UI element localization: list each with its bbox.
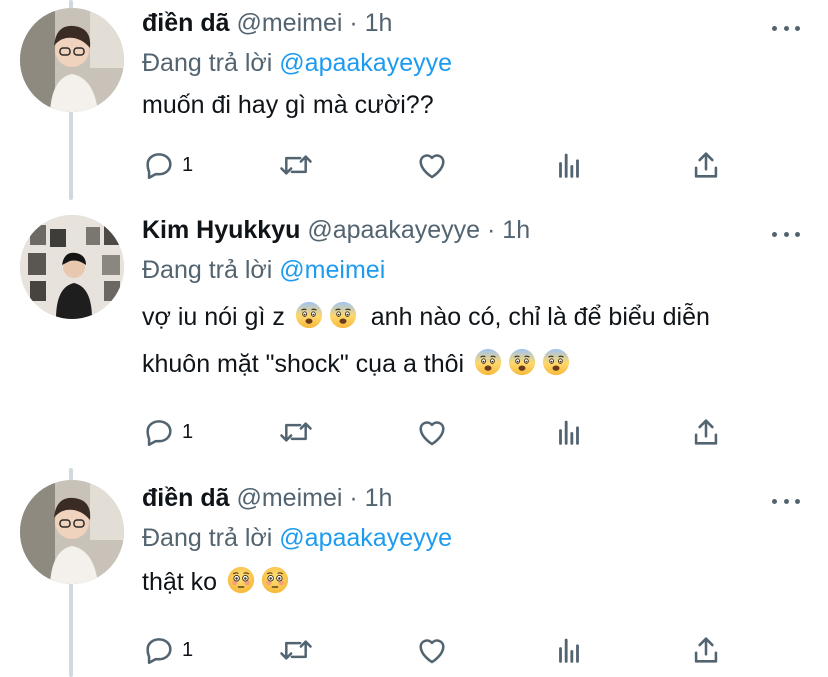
reply-icon (146, 638, 172, 665)
timestamp[interactable]: 1h (365, 9, 393, 37)
avatar[interactable] (20, 215, 124, 319)
reply-count: 1 (182, 638, 194, 661)
mention-link[interactable]: @apaakayeyye (279, 524, 452, 552)
tweet-text: muốn đi hay gì mà cười?? (142, 82, 808, 129)
retweet-icon (280, 155, 312, 175)
tweet[interactable]: Kim Hyukkyu @apaakayeyye · 1h Đang trả l… (0, 200, 828, 468)
flushed-face-emoji (227, 566, 255, 594)
retweet-icon (280, 422, 312, 442)
display-name[interactable]: điền dã (142, 9, 230, 37)
action-bar: 1 (142, 145, 742, 185)
more-icon[interactable] (772, 229, 800, 239)
analytics-icon (559, 153, 579, 178)
retweet-button[interactable] (278, 412, 314, 452)
replying-prefix: Đang trả lời (142, 256, 273, 284)
flushed-face-emoji (261, 566, 289, 594)
more-icon[interactable] (772, 496, 800, 506)
display-name[interactable]: điền dã (142, 484, 230, 512)
reply-icon (146, 420, 172, 447)
mention-link[interactable]: @meimei (279, 256, 385, 284)
analytics-icon (559, 638, 579, 663)
fearful-face-emoji (295, 301, 323, 329)
replying-prefix: Đang trả lời (142, 524, 273, 552)
fearful-face-emoji (508, 348, 536, 376)
action-bar: 1 (142, 630, 742, 670)
reply-button[interactable]: 1 (142, 412, 193, 452)
avatar[interactable] (20, 8, 124, 112)
replying-prefix: Đang trả lời (142, 49, 273, 77)
share-button[interactable] (689, 630, 723, 670)
fearful-face-emoji (329, 301, 357, 329)
reply-count: 1 (182, 153, 194, 176)
share-icon (694, 637, 718, 663)
like-icon (419, 154, 445, 179)
reply-icon (146, 153, 172, 180)
like-button[interactable] (415, 412, 449, 452)
share-button[interactable] (689, 412, 723, 452)
replying-to: Đang trả lời @apaakayeyye (142, 48, 808, 78)
tweet-text: vợ iu nói gì z anh nào có, chỉ là để biể… (142, 294, 808, 388)
timestamp[interactable]: 1h (365, 484, 393, 512)
like-icon (419, 421, 445, 446)
tweet-text-part: vợ iu nói gì z (142, 303, 285, 331)
reply-button[interactable]: 1 (142, 630, 193, 670)
like-icon (419, 639, 445, 664)
analytics-button[interactable] (552, 412, 586, 452)
tweet-text-part: khuôn mặt "shock" cụa a thôi (142, 350, 465, 378)
share-button[interactable] (689, 145, 723, 185)
mention-link[interactable]: @apaakayeyye (279, 49, 452, 77)
tweet-text-part: thật ko (142, 568, 218, 596)
share-icon (694, 152, 718, 178)
tweet[interactable]: điền dã @meimei · 1h Đang trả lời @apaak… (0, 468, 828, 677)
analytics-button[interactable] (552, 145, 586, 185)
analytics-button[interactable] (552, 630, 586, 670)
handle[interactable]: @meimei (236, 484, 342, 512)
retweet-button[interactable] (278, 630, 314, 670)
retweet-icon (280, 640, 312, 660)
reply-count: 1 (182, 420, 194, 443)
analytics-icon (559, 420, 579, 445)
replying-to: Đang trả lời @apaakayeyye (142, 523, 808, 553)
more-icon[interactable] (772, 23, 800, 33)
fearful-face-emoji (474, 348, 502, 376)
tweet-text-part: anh nào có, chỉ là để biểu diễn (370, 303, 710, 331)
separator: · (487, 216, 496, 244)
tweet[interactable]: điền dã @meimei · 1h Đang trả lời @apaak… (0, 0, 828, 200)
separator: · (349, 9, 358, 37)
like-button[interactable] (415, 630, 449, 670)
like-button[interactable] (415, 145, 449, 185)
retweet-button[interactable] (278, 145, 314, 185)
share-icon (694, 419, 718, 445)
handle[interactable]: @apaakayeyye (307, 216, 480, 244)
fearful-face-emoji (542, 348, 570, 376)
action-bar: 1 (142, 412, 742, 452)
timestamp[interactable]: 1h (502, 216, 530, 244)
tweet-text: thật ko (142, 559, 808, 606)
replying-to: Đang trả lời @meimei (142, 255, 808, 285)
reply-button[interactable]: 1 (142, 145, 193, 185)
tweet-text-part: muốn đi hay gì mà cười?? (142, 91, 434, 119)
display-name[interactable]: Kim Hyukkyu (142, 216, 300, 244)
separator: · (349, 484, 358, 512)
avatar[interactable] (20, 480, 124, 584)
handle[interactable]: @meimei (236, 9, 342, 37)
